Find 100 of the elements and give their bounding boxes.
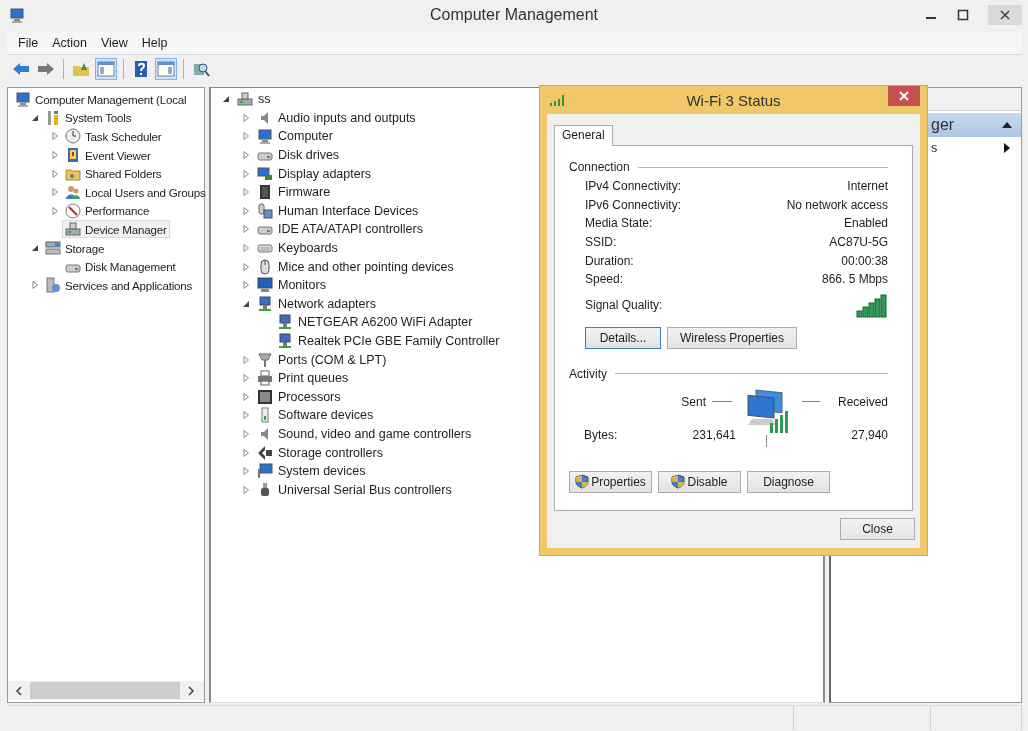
- network-icon: [277, 314, 293, 331]
- tree-item[interactable]: Storage controllers: [253, 443, 387, 462]
- menu-item[interactable]: View: [93, 36, 135, 50]
- tree-pane-icon: [97, 60, 115, 78]
- expand-arrow-icon[interactable]: [50, 131, 60, 142]
- collapse-icon[interactable]: [1001, 121, 1013, 129]
- field-label: IPv4 Connectivity:: [585, 179, 682, 194]
- expand-arrow-icon[interactable]: [241, 261, 251, 272]
- expand-arrow-icon[interactable]: [241, 429, 251, 439]
- dialog-button[interactable]: Details...: [585, 326, 661, 349]
- menu-item[interactable]: Action: [45, 36, 94, 50]
- dialog-button[interactable]: Disable: [658, 470, 741, 493]
- network-icon: [257, 295, 273, 312]
- tools-icon: [45, 109, 61, 126]
- tree-item[interactable]: Monitors: [253, 276, 330, 295]
- expand-arrow-icon[interactable]: [241, 373, 251, 384]
- expand-arrow-icon[interactable]: [241, 354, 251, 365]
- tree-item[interactable]: Print queues: [253, 369, 353, 388]
- tree-item[interactable]: Realtek PCIe GBE Family Controller: [273, 332, 504, 350]
- expand-arrow-icon[interactable]: [241, 391, 251, 402]
- expand-arrow-icon[interactable]: [241, 187, 251, 198]
- tree-item[interactable]: Human Interface Devices: [253, 201, 423, 220]
- help-icon: [132, 60, 150, 78]
- expand-arrow-icon[interactable]: [241, 243, 251, 254]
- bytes-label: Bytes:: [584, 427, 618, 442]
- signal-strength-icon: [856, 291, 888, 319]
- field-label: Signal Quality:: [585, 297, 663, 312]
- book-icon: [65, 147, 81, 164]
- tree-item[interactable]: Performance: [62, 201, 153, 220]
- tree-item[interactable]: Ports (COM & LPT): [253, 350, 391, 369]
- expand-arrow-icon[interactable]: [30, 280, 40, 291]
- close-icon: [899, 91, 909, 101]
- tree-item[interactable]: Storage: [42, 239, 108, 258]
- action-pane-icon: [157, 60, 175, 78]
- tree-item[interactable]: Firmware: [253, 183, 335, 202]
- tree-item[interactable]: Processors: [253, 387, 345, 406]
- scroll-right-icon[interactable]: [187, 685, 195, 696]
- expand-arrow-icon[interactable]: [241, 205, 251, 216]
- tree-item[interactable]: NETGEAR A6200 WiFi Adapter: [273, 313, 477, 332]
- scrollbar-thumb[interactable]: [30, 682, 180, 699]
- group-heading: Connection: [569, 160, 630, 174]
- expand-arrow-icon[interactable]: [50, 150, 60, 161]
- tree-item[interactable]: Audio inputs and outputs: [253, 108, 420, 127]
- menu-item[interactable]: File: [11, 36, 46, 50]
- dialog-button[interactable]: Wireless Properties: [667, 326, 798, 349]
- tree-item[interactable]: System devices: [253, 462, 370, 481]
- expand-arrow-icon[interactable]: [50, 205, 60, 216]
- expand-arrow-icon[interactable]: [50, 187, 60, 198]
- toolbar-button[interactable]: [95, 58, 117, 80]
- tree-item[interactable]: Universal Serial Bus controllers: [253, 480, 456, 499]
- scroll-left-icon[interactable]: [15, 685, 23, 696]
- tree-item[interactable]: Display adapters: [253, 164, 376, 183]
- tree-item[interactable]: Disk Management: [62, 257, 179, 276]
- tree-item[interactable]: IDE ATA/ATAPI controllers: [253, 220, 427, 239]
- field-label: Media State:: [585, 216, 653, 231]
- tree-item[interactable]: Sound, video and game controllers: [253, 425, 476, 443]
- close-button[interactable]: Close: [840, 518, 915, 540]
- collapse-arrow-icon[interactable]: [221, 94, 231, 105]
- tree-item[interactable]: Services and Applications: [42, 276, 196, 295]
- tree-item[interactable]: Event Viewer: [62, 146, 154, 165]
- close-button[interactable]: [888, 86, 920, 106]
- expand-arrow-icon[interactable]: [241, 168, 251, 179]
- expand-arrow-icon[interactable]: [241, 131, 251, 142]
- expand-arrow-icon[interactable]: [241, 447, 251, 458]
- storage-controller-icon: [257, 444, 273, 461]
- tree-item[interactable]: System Tools: [42, 108, 135, 127]
- expand-arrow-icon[interactable]: [241, 224, 251, 235]
- expand-arrow-icon[interactable]: [50, 168, 60, 179]
- expand-arrow-icon[interactable]: [241, 280, 251, 291]
- field-value: 00:00:38: [841, 253, 888, 268]
- tree-item[interactable]: Task Scheduler: [62, 127, 165, 146]
- tree-item[interactable]: Local Users and Groups: [62, 183, 209, 202]
- tree-item[interactable]: Software devices: [253, 406, 378, 425]
- tree-item[interactable]: Device Manager: [62, 220, 170, 239]
- close-button[interactable]: [988, 5, 1022, 25]
- tab[interactable]: General: [554, 125, 613, 146]
- forward-arrow-icon: [37, 60, 55, 78]
- menu-item[interactable]: Help: [134, 36, 175, 50]
- horizontal-scrollbar[interactable]: [8, 681, 204, 700]
- tree-item[interactable]: Keyboards: [253, 239, 342, 258]
- tree-item[interactable]: ss: [233, 90, 275, 109]
- actions-menu-entry[interactable]: s: [831, 137, 1021, 159]
- toolbar-button[interactable]: [155, 58, 177, 80]
- tree-item[interactable]: Computer Management (Local: [12, 90, 190, 109]
- collapse-arrow-icon[interactable]: [30, 243, 40, 254]
- tree-item[interactable]: Shared Folders: [62, 164, 165, 183]
- expand-arrow-icon[interactable]: [241, 466, 251, 477]
- tree-item[interactable]: Disk drives: [253, 146, 344, 165]
- network-computers-icon: [746, 386, 790, 435]
- expand-arrow-icon[interactable]: [241, 112, 251, 123]
- dialog-button[interactable]: Diagnose: [747, 470, 830, 493]
- maximize-icon[interactable]: [956, 8, 970, 22]
- tree-item[interactable]: Mice and other pointing devices: [253, 257, 458, 276]
- expand-arrow-icon[interactable]: [241, 484, 251, 495]
- expand-arrow-icon[interactable]: [241, 410, 251, 421]
- expand-arrow-icon[interactable]: [241, 150, 251, 161]
- tree-item[interactable]: Network adapters: [253, 294, 380, 313]
- field-value: No network access: [786, 197, 888, 212]
- tree-item[interactable]: Computer: [253, 127, 337, 146]
- dialog-button[interactable]: Properties: [569, 470, 652, 493]
